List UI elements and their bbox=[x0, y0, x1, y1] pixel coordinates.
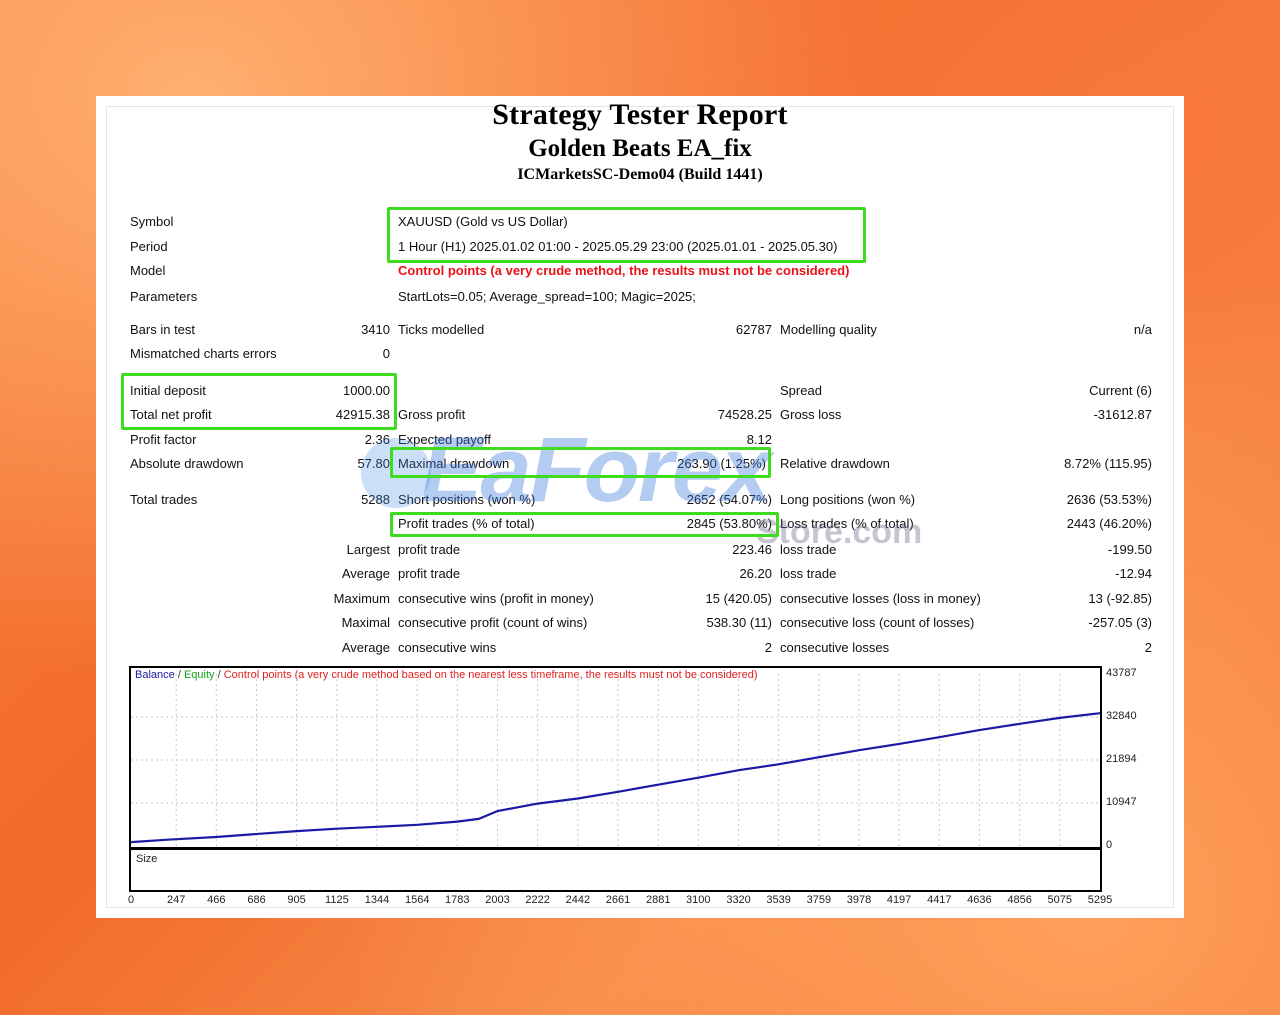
x-tick-label: 2003 bbox=[485, 894, 510, 906]
x-tick-label: 905 bbox=[287, 894, 306, 906]
x-tick-label: 4197 bbox=[886, 894, 912, 906]
x-tick-label: 4417 bbox=[927, 894, 952, 906]
y-tick-label: 10947 bbox=[1106, 795, 1137, 808]
x-tick-label: 5295 bbox=[1087, 894, 1113, 906]
y-tick-label: 43787 bbox=[1106, 667, 1137, 679]
size-chart bbox=[129, 849, 1102, 892]
x-tick-label: 2442 bbox=[565, 894, 591, 906]
size-label: Size bbox=[136, 853, 158, 865]
x-tick-label: 1564 bbox=[404, 894, 430, 906]
x-tick-label: 3759 bbox=[806, 894, 832, 906]
y-tick-label: 21894 bbox=[1106, 752, 1137, 765]
x-tick-label: 3100 bbox=[686, 894, 711, 906]
x-tick-label: 466 bbox=[207, 894, 226, 906]
x-tick-label: 3320 bbox=[726, 894, 751, 906]
x-tick-label: 0 bbox=[127, 894, 135, 906]
x-tick-label: 3539 bbox=[766, 894, 791, 906]
x-tick-label: 3978 bbox=[846, 894, 872, 906]
x-tick-label: 4636 bbox=[967, 894, 992, 906]
x-tick-label: 686 bbox=[247, 894, 266, 906]
x-tick-label: 5075 bbox=[1047, 894, 1072, 906]
y-tick-label: 32840 bbox=[1106, 710, 1137, 722]
x-tick-label: 4856 bbox=[1007, 894, 1032, 906]
x-tick-label: 2661 bbox=[605, 894, 631, 906]
x-tick-label: 1125 bbox=[325, 894, 349, 906]
x-tick-label: 2881 bbox=[645, 894, 671, 906]
y-tick-label: 0 bbox=[1106, 839, 1113, 851]
x-tick-label: 1783 bbox=[445, 894, 470, 906]
strategy-tester-report: Strategy Tester Report Golden Beats EA_f… bbox=[96, 96, 1184, 918]
chart-plot bbox=[130, 674, 1101, 889]
x-tick-label: 1344 bbox=[364, 894, 390, 906]
x-tick-label: 2222 bbox=[525, 894, 550, 906]
balance-line bbox=[130, 712, 1101, 844]
x-tick-label: 247 bbox=[167, 894, 186, 906]
